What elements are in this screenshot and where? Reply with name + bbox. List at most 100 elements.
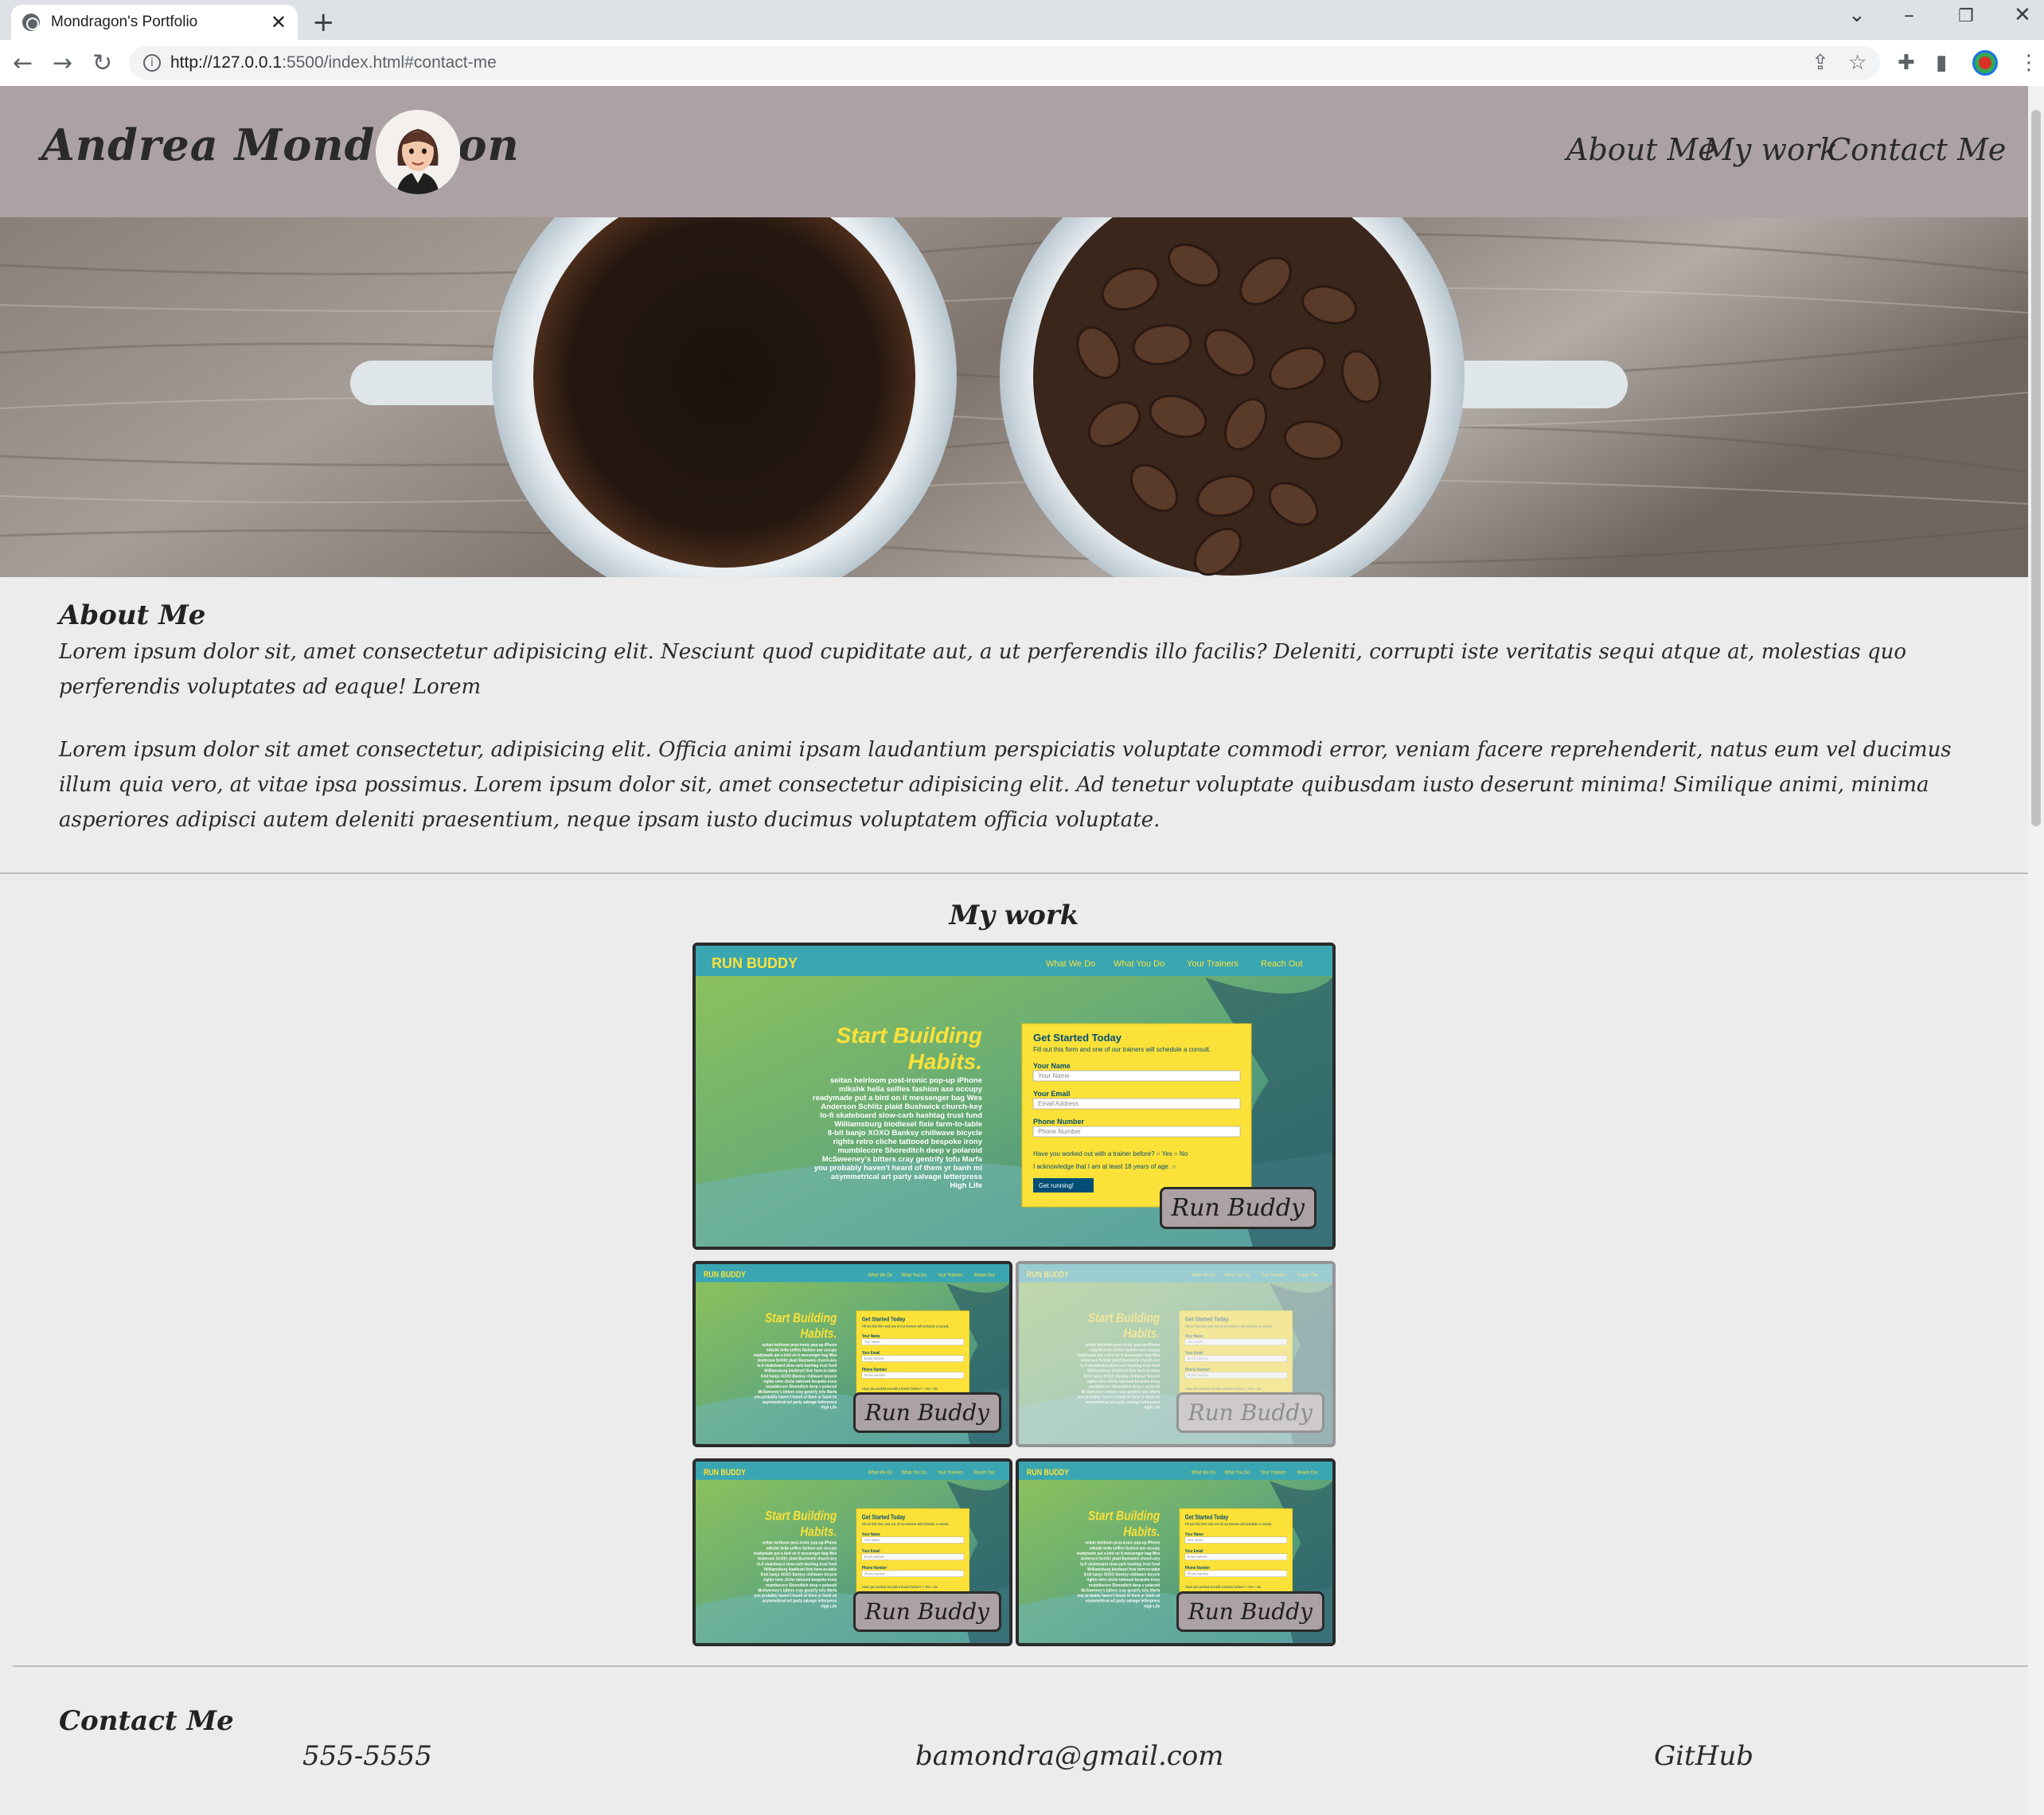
project-card-2[interactable]: RUN BUDDY What We Do What You Do Your Trai… bbox=[692, 1261, 1012, 1447]
tab-search-chevron-icon[interactable]: ⌄ bbox=[1848, 3, 1866, 27]
svg-text:Your Trainers: Your Trainers bbox=[938, 1470, 963, 1476]
svg-text:you probably haven't heard of: you probably haven't heard of them yr ba… bbox=[755, 1395, 837, 1400]
svg-text:Reach Out: Reach Out bbox=[974, 1470, 995, 1476]
svg-text:8-bit banjo XOXO Banksy chillw: 8-bit banjo XOXO Banksy chillwave bicycl… bbox=[761, 1572, 837, 1578]
address-bar[interactable]: i http://127.0.0.1:5500/index.html#conta… bbox=[129, 46, 1880, 80]
bookmark-star-icon[interactable]: ☆ bbox=[1848, 51, 1867, 75]
svg-text:Have you worked out with a tra: Have you worked out with a trainer befor… bbox=[862, 1386, 938, 1390]
svg-text:McSweeney's bitters cray gentr: McSweeney's bitters cray gentrify tofu M… bbox=[822, 1155, 983, 1164]
svg-text:RUN BUDDY: RUN BUDDY bbox=[712, 955, 798, 971]
svg-text:What We Do: What We Do bbox=[1046, 959, 1095, 969]
svg-text:Williamsburg biodiesel fixie f: Williamsburg biodiesel fixie farm-to-tab… bbox=[1087, 1567, 1160, 1573]
svg-text:asymmetrical art party salvage: asymmetrical art party salvage letterpre… bbox=[763, 1400, 837, 1406]
svg-text:seitan heirloom post-ironic po: seitan heirloom post-ironic pop-up iPhon… bbox=[1085, 1342, 1160, 1348]
svg-text:Habits.: Habits. bbox=[800, 1326, 837, 1341]
svg-text:Your Name: Your Name bbox=[1033, 1062, 1071, 1070]
restore-icon[interactable]: ❐ bbox=[1958, 6, 1974, 26]
svg-text:Habits.: Habits. bbox=[1123, 1326, 1160, 1341]
svg-text:Have you worked out with a tra: Have you worked out with a trainer befor… bbox=[1185, 1386, 1262, 1390]
svg-text:High Life: High Life bbox=[821, 1604, 837, 1610]
svg-text:Anderson Schlitz plaid Bushwic: Anderson Schlitz plaid Bushwick church-k… bbox=[821, 1103, 982, 1111]
browser-tab-strip: Mondragon's Portfolio ✕ + ⌄ – ❐ ✕ bbox=[0, 0, 2044, 40]
page-scrollbar[interactable] bbox=[2028, 86, 2044, 1815]
svg-text:Williamsburg biodiesel fixie f: Williamsburg biodiesel fixie farm-to-tab… bbox=[1087, 1368, 1160, 1374]
svg-text:Phone Number: Phone Number bbox=[1188, 1373, 1209, 1377]
svg-text:Have you worked out with a tra: Have you worked out with a trainer befor… bbox=[1033, 1150, 1188, 1157]
nav-link-contact-me[interactable]: Contact Me bbox=[1828, 132, 2006, 167]
svg-text:Your Email: Your Email bbox=[1185, 1351, 1203, 1356]
project-card-3[interactable]: RUN BUDDY What We Do What You Do Your Trai… bbox=[1016, 1261, 1336, 1447]
svg-text:Williamsburg biodiesel fixie f: Williamsburg biodiesel fixie farm-to-tab… bbox=[834, 1120, 982, 1129]
svg-text:Phone Number: Phone Number bbox=[864, 1373, 886, 1377]
svg-text:8-bit banjo XOXO Banksy chillw: 8-bit banjo XOXO Banksy chillwave bicycl… bbox=[828, 1129, 982, 1138]
svg-text:Get Started Today: Get Started Today bbox=[1185, 1316, 1229, 1323]
nav-link-my-work[interactable]: My work bbox=[1703, 132, 1838, 167]
svg-text:Get Started Today: Get Started Today bbox=[862, 1514, 906, 1521]
svg-text:Your Name: Your Name bbox=[862, 1334, 880, 1340]
side-panel-icon[interactable]: ▮ bbox=[1936, 51, 1947, 75]
svg-text:rights retro cliche tattooed b: rights retro cliche tattooed bespoke iro… bbox=[1086, 1578, 1160, 1583]
svg-text:mumblecore Shoreditch deep v p: mumblecore Shoreditch deep v polaroid bbox=[1089, 1384, 1160, 1390]
project-label: Run Buddy bbox=[852, 1591, 1001, 1632]
contact-github-link[interactable]: GitHub bbox=[1654, 1740, 1753, 1772]
svg-text:you probably haven't heard of: you probably haven't heard of them yr ba… bbox=[754, 1594, 837, 1599]
close-tab-icon[interactable]: ✕ bbox=[271, 11, 287, 33]
svg-text:lo-fi skateboard slow-carb has: lo-fi skateboard slow-carb hashtag trust… bbox=[757, 1562, 837, 1567]
minimize-icon[interactable]: – bbox=[1904, 3, 1914, 27]
svg-text:Phone Number: Phone Number bbox=[862, 1566, 887, 1571]
svg-text:Your Trainers: Your Trainers bbox=[1187, 959, 1239, 969]
contact-heading: Contact Me bbox=[59, 1705, 234, 1737]
new-tab-icon[interactable]: + bbox=[312, 6, 335, 38]
svg-text:asymmetrical art party salvage: asymmetrical art party salvage letterpre… bbox=[1086, 1598, 1160, 1604]
svg-text:seitan heirloom post-ironic po: seitan heirloom post-ironic pop-up iPhon… bbox=[762, 1342, 837, 1348]
svg-text:readymade put a bird on it mes: readymade put a bird on it messenger bag… bbox=[754, 1353, 837, 1359]
about-heading: About Me bbox=[59, 599, 206, 631]
svg-text:McSweeney's bitters cray gentr: McSweeney's bitters cray gentrify tofu M… bbox=[1081, 1588, 1160, 1594]
reload-icon[interactable]: ↻ bbox=[92, 49, 112, 77]
project-card-4[interactable]: RUN BUDDY What We Do What You Do Your Trai… bbox=[692, 1458, 1012, 1646]
nav-link-about-me[interactable]: About Me bbox=[1566, 132, 1716, 167]
profile-avatar-icon[interactable] bbox=[1972, 50, 1998, 76]
browser-menu-icon[interactable]: ⋮ bbox=[2019, 51, 2039, 75]
svg-text:Anderson Schlitz plaid Bushwic: Anderson Schlitz plaid Bushwick church-k… bbox=[758, 1556, 837, 1562]
section-divider bbox=[0, 872, 2028, 874]
project-card-5[interactable]: RUN BUDDY What We Do What You Do Your Trai… bbox=[1016, 1458, 1336, 1646]
scrollbar-thumb[interactable] bbox=[2031, 110, 2041, 826]
svg-text:Phone Number: Phone Number bbox=[864, 1571, 886, 1575]
about-paragraph-1: Lorem ipsum dolor sit, amet consectetur … bbox=[59, 640, 1907, 699]
svg-text:Start Building: Start Building bbox=[1088, 1509, 1160, 1524]
project-label: Run Buddy bbox=[1176, 1392, 1324, 1433]
svg-text:Email Address: Email Address bbox=[864, 1555, 885, 1559]
tab-title: Mondragon's Portfolio bbox=[51, 14, 198, 30]
svg-text:lo-fi skateboard slow-carb has: lo-fi skateboard slow-carb hashtag trust… bbox=[1080, 1364, 1160, 1369]
svg-text:RUN BUDDY: RUN BUDDY bbox=[704, 1270, 746, 1280]
browser-tab[interactable]: Mondragon's Portfolio ✕ bbox=[11, 5, 298, 40]
browser-toolbar: ← → ↻ i http://127.0.0.1:5500/index.html… bbox=[0, 40, 2044, 86]
window-close-icon[interactable]: ✕ bbox=[2014, 3, 2031, 27]
svg-text:Get running!: Get running! bbox=[1039, 1182, 1074, 1189]
svg-text:What You Do: What You Do bbox=[902, 1470, 927, 1476]
svg-text:Habits.: Habits. bbox=[1123, 1524, 1160, 1540]
svg-text:seitan heirloom post-ironic po: seitan heirloom post-ironic pop-up iPhon… bbox=[1085, 1540, 1160, 1546]
share-icon[interactable]: ⇪ bbox=[1812, 51, 1829, 75]
svg-text:What We Do: What We Do bbox=[868, 1273, 893, 1278]
svg-text:lo-fi skateboard slow-carb has: lo-fi skateboard slow-carb hashtag trust… bbox=[1080, 1562, 1160, 1567]
svg-text:High Life: High Life bbox=[1144, 1405, 1160, 1411]
svg-text:Have you worked out with a tra: Have you worked out with a trainer befor… bbox=[862, 1585, 938, 1589]
forward-icon[interactable]: → bbox=[53, 49, 72, 77]
page-viewport: Andrea Mondragon About Me My work Contac… bbox=[0, 86, 2028, 1815]
svg-text:Reach Out: Reach Out bbox=[974, 1273, 995, 1278]
svg-text:Start Building: Start Building bbox=[836, 1023, 982, 1048]
extensions-puzzle-icon[interactable]: ✚ bbox=[1898, 51, 1915, 75]
svg-text:Your Name: Your Name bbox=[862, 1532, 880, 1538]
project-card-featured[interactable]: RUN BUDDY What We Do What You Do Your Trai… bbox=[692, 943, 1336, 1250]
svg-text:What You Do: What You Do bbox=[1225, 1470, 1250, 1476]
svg-text:mumblecore Shoreditch deep v p: mumblecore Shoreditch deep v polaroid bbox=[1089, 1583, 1160, 1588]
svg-text:What We Do: What We Do bbox=[1192, 1470, 1216, 1476]
svg-text:Get Started Today: Get Started Today bbox=[1033, 1032, 1122, 1044]
svg-text:Reach Out: Reach Out bbox=[1297, 1273, 1318, 1278]
svg-text:readymade put a bird on it mes: readymade put a bird on it messenger bag… bbox=[813, 1094, 982, 1103]
back-icon[interactable]: ← bbox=[13, 49, 33, 77]
site-info-icon[interactable]: i bbox=[143, 54, 161, 72]
contact-email-link[interactable]: bamondra@gmail.com bbox=[915, 1740, 1224, 1772]
